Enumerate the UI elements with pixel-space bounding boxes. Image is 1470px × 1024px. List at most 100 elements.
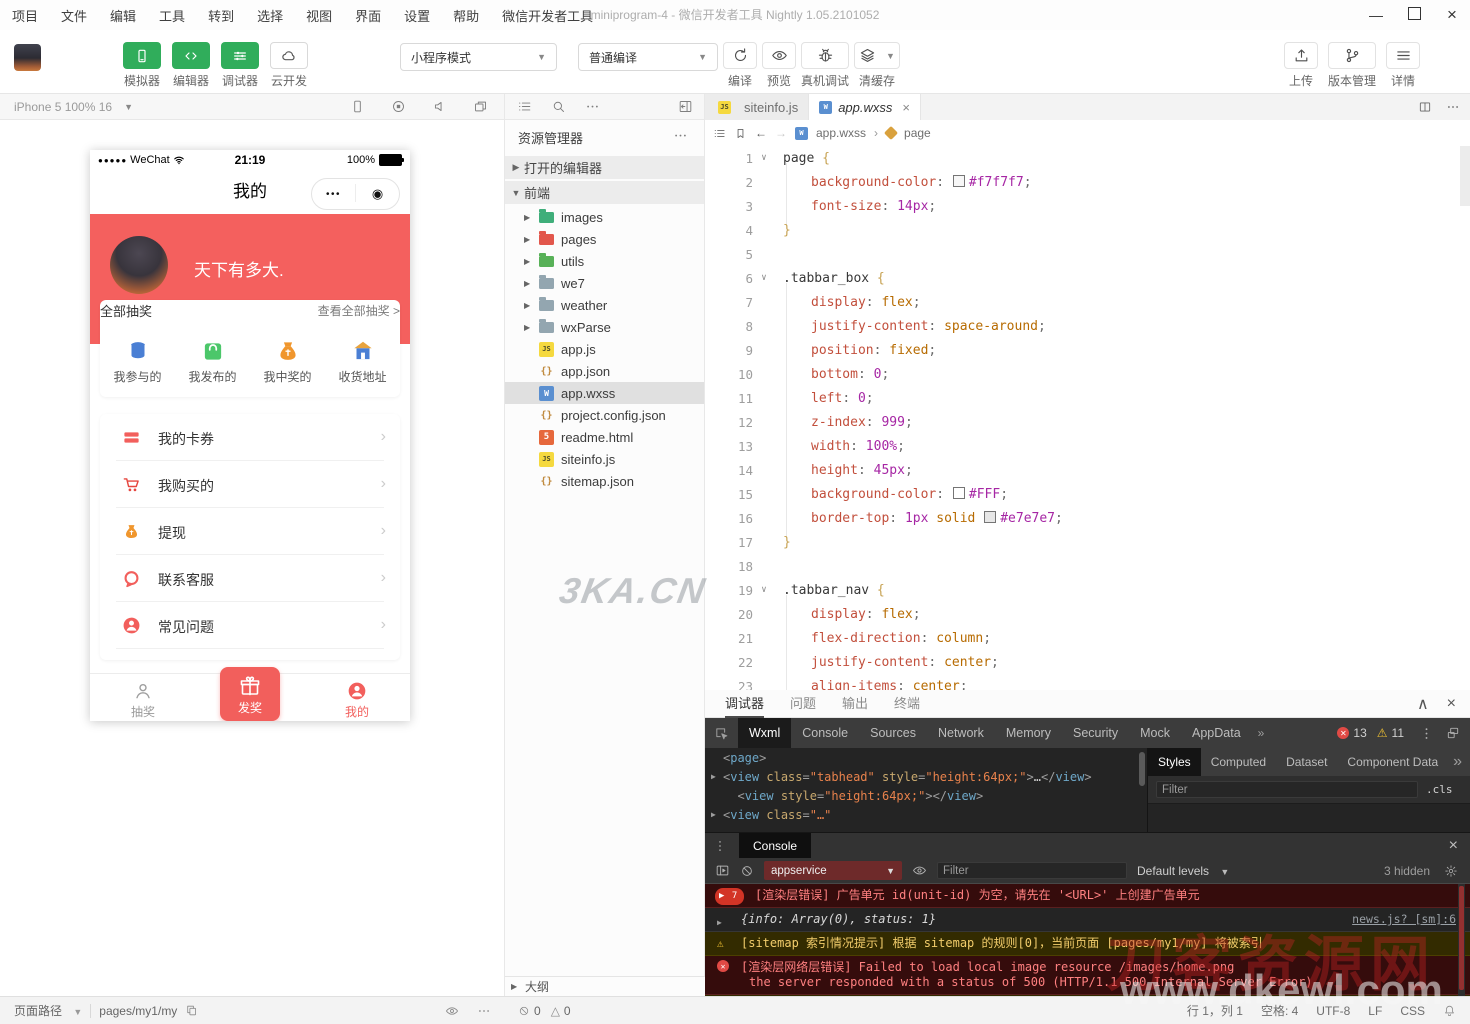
record-icon[interactable] — [391, 99, 406, 114]
devtools-tab-AppData[interactable]: AppData — [1181, 718, 1252, 748]
mode-select[interactable]: 小程序模式▼ — [400, 43, 557, 71]
devtools-tab-Memory[interactable]: Memory — [995, 718, 1062, 748]
menu-item[interactable]: 微信开发者工具 — [502, 6, 593, 25]
expand-arrow-icon[interactable]: ▶ — [717, 915, 722, 930]
menu-item[interactable]: 设置 — [404, 6, 430, 25]
warning-count[interactable]: △0 — [551, 1004, 571, 1018]
close-tab-icon[interactable]: × — [902, 100, 910, 115]
devtools-tab-Wxml[interactable]: Wxml — [738, 718, 791, 748]
expand-arrow-icon[interactable]: ▶ — [524, 323, 536, 332]
back-icon[interactable]: ← — [755, 126, 767, 140]
statusbar-item[interactable]: 空格: 4 — [1261, 1002, 1298, 1019]
menu-item[interactable]: 编辑 — [110, 6, 136, 25]
tree-file-siteinfo.js[interactable]: JSsiteinfo.js — [505, 448, 704, 470]
toolbar-action-bug[interactable]: 真机调试 — [801, 42, 849, 89]
view-all-lottery-link[interactable]: 查看全部抽奖 > — [318, 302, 400, 319]
speaker-icon[interactable] — [432, 99, 447, 114]
close-button[interactable]: × — [1444, 5, 1460, 25]
console-more-icon[interactable] — [713, 839, 727, 853]
more-icon[interactable] — [585, 99, 600, 114]
menu-item[interactable]: 视图 — [306, 6, 332, 25]
wxml-node[interactable]: ▶<view class="…" — [705, 805, 1147, 824]
warning-count-badge[interactable]: ⚠11 — [1377, 726, 1404, 740]
menu-item[interactable]: 选择 — [257, 6, 283, 25]
toolbar-action-branch[interactable]: 版本管理 — [1328, 42, 1376, 89]
toolbar-button-cloud[interactable]: 云开发 — [266, 42, 312, 89]
tab-我的[interactable]: 我的 — [312, 674, 402, 720]
wxml-tree[interactable]: <page>▶<view class="tabhead" style="heig… — [705, 748, 1148, 832]
code-area[interactable]: 1∨page {2background-color: #f7f7f7;3font… — [705, 146, 1470, 690]
tree-file-sitemap.json[interactable]: {}sitemap.json — [505, 470, 704, 492]
tree-file-app.wxss[interactable]: Wapp.wxss — [505, 382, 704, 404]
outline-toggle-icon[interactable] — [713, 127, 726, 140]
collapse-panel-icon[interactable]: ∧ — [1417, 694, 1429, 714]
tree-file-readme.html[interactable]: 5readme.html — [505, 426, 704, 448]
cls-toggle[interactable]: .cls — [1426, 783, 1453, 796]
log-levels-select[interactable]: Default levels ▼ — [1137, 864, 1229, 878]
panel-tab-调试器[interactable]: 调试器 — [725, 690, 764, 718]
tab-siteinfo-js[interactable]: JS siteinfo.js — [705, 94, 809, 120]
expand-arrow-icon[interactable]: ▶ — [524, 301, 536, 310]
console-message[interactable]: ✕[渲染层网络层错误] Failed to load local image r… — [705, 956, 1470, 995]
console-message[interactable]: ▶ 7[渲染层错误] 广告单元 id(unit-id) 为空，请先在 '<URL… — [705, 884, 1470, 908]
console-settings-icon[interactable] — [1444, 864, 1458, 878]
console-message[interactable]: ⚠[sitemap 索引情况提示] 根据 sitemap 的规则[0]，当前页面… — [705, 932, 1470, 956]
fold-arrow-icon[interactable]: ∨ — [753, 153, 775, 163]
project-root-section[interactable]: ▼前端 — [505, 181, 704, 204]
statusbar-item[interactable]: UTF-8 — [1316, 1004, 1350, 1018]
wxml-scrollbar[interactable] — [1139, 752, 1145, 786]
compile-select[interactable]: 普通编译▼ — [578, 43, 718, 71]
editor-scrollbar[interactable] — [1460, 146, 1470, 206]
page-path-value[interactable]: pages/my1/my — [99, 1004, 177, 1018]
toolbar-button-editor[interactable]: 编辑器 — [168, 42, 214, 89]
styles-tab-Styles[interactable]: Styles — [1148, 748, 1201, 776]
avatar[interactable] — [14, 44, 41, 71]
tree-folder-weather[interactable]: ▶weather — [505, 294, 704, 316]
menu-row-clipped[interactable] — [100, 649, 400, 660]
forward-icon[interactable]: → — [775, 126, 787, 140]
more-capsule-button[interactable]: ••• — [312, 179, 355, 209]
split-editor-icon[interactable] — [1418, 100, 1432, 114]
menu-item[interactable]: 转到 — [208, 6, 234, 25]
toolbar-button-simulator[interactable]: 模拟器 — [119, 42, 165, 89]
expand-arrow-icon[interactable]: ▶ — [524, 235, 536, 244]
styles-tabs-overflow-icon[interactable]: » — [1449, 748, 1466, 776]
statusbar-item[interactable]: LF — [1368, 1004, 1382, 1018]
tree-folder-utils[interactable]: ▶utils — [505, 250, 704, 272]
styles-filter-input[interactable]: Filter — [1156, 781, 1418, 798]
breadcrumb-node[interactable]: page — [904, 126, 931, 140]
open-editors-section[interactable]: ▶打开的编辑器 — [505, 156, 704, 179]
menu-row-我的卡券[interactable]: 我的卡券› — [100, 414, 400, 461]
color-swatch[interactable] — [984, 511, 996, 523]
grid-item-收货地址[interactable]: 收货地址 — [325, 334, 400, 394]
devtools-tab-Mock[interactable]: Mock — [1129, 718, 1181, 748]
wxml-node[interactable]: ▶<view class="tabhead" style="height:64p… — [705, 767, 1147, 786]
outline-section[interactable]: ▶大纲 — [505, 976, 705, 996]
console-tab[interactable]: Console — [739, 833, 811, 859]
search-icon[interactable] — [551, 99, 566, 114]
error-count[interactable]: 0 — [518, 1004, 541, 1018]
collapse-icon[interactable] — [678, 99, 693, 114]
menu-row-常见问题[interactable]: 常见问题› — [100, 602, 400, 649]
color-swatch[interactable] — [953, 175, 965, 187]
tree-file-app.js[interactable]: JSapp.js — [505, 338, 704, 360]
grid-item-我参与的[interactable]: 我参与的 — [100, 334, 175, 394]
statusbar-more-icon[interactable] — [477, 1004, 491, 1018]
list-icon[interactable] — [517, 99, 532, 114]
devtools-tab-Security[interactable]: Security — [1062, 718, 1129, 748]
devtools-tab-Network[interactable]: Network — [927, 718, 995, 748]
tree-folder-images[interactable]: ▶images — [505, 206, 704, 228]
expand-arrow-icon[interactable]: ▶ — [524, 257, 536, 266]
panel-tab-输出[interactable]: 输出 — [842, 690, 868, 718]
close-panel-icon[interactable]: × — [1447, 695, 1456, 713]
toolbar-action-upload[interactable]: 上传 — [1284, 42, 1318, 89]
bookmark-icon[interactable] — [734, 127, 747, 140]
user-avatar[interactable] — [110, 236, 168, 294]
wxml-node[interactable]: <page> — [705, 748, 1147, 767]
console-source-link[interactable]: news.js? [sm]:6 — [1352, 912, 1456, 927]
console-scrollbar[interactable] — [1458, 884, 1465, 996]
clear-console-icon[interactable] — [740, 864, 754, 878]
console-message[interactable]: ▶{info: Array(0), status: 1}news.js? [sm… — [705, 908, 1470, 932]
preview-eye-icon[interactable] — [445, 1004, 459, 1018]
panel-tab-问题[interactable]: 问题 — [790, 690, 816, 718]
